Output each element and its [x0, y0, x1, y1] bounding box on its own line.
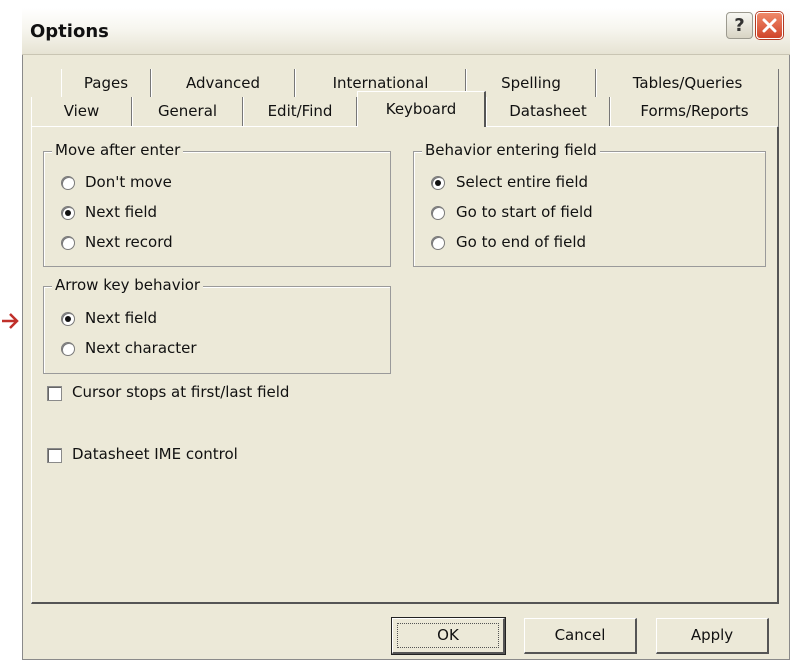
radio-next-field[interactable] [61, 206, 75, 220]
radio-select-entire-field[interactable] [431, 176, 445, 190]
radio-dont-move-label[interactable]: Don't move [85, 173, 172, 191]
arrow-key-behavior-label: Arrow key behavior [52, 276, 204, 294]
tab-general[interactable]: General [132, 97, 243, 127]
radio-next-record[interactable] [61, 236, 75, 250]
tab-datasheet[interactable]: Datasheet [486, 97, 610, 127]
help-button[interactable]: ? [726, 12, 753, 39]
tab-tables-queries[interactable]: Tables/Queries [596, 69, 779, 97]
datasheet-ime-label[interactable]: Datasheet IME control [72, 445, 238, 463]
radio-next-field-label[interactable]: Next field [85, 203, 157, 221]
radio-go-to-end[interactable] [431, 236, 445, 250]
tab-pages[interactable]: Pages [61, 69, 151, 97]
tab-edit-find[interactable]: Edit/Find [243, 97, 357, 127]
window-title: Options [30, 21, 109, 42]
red-arrow-icon [2, 313, 19, 329]
radio-next-record-label[interactable]: Next record [85, 233, 173, 251]
behavior-entering-field-label: Behavior entering field [422, 141, 600, 159]
title-bar[interactable] [22, 8, 790, 55]
radio-arrow-next-field[interactable] [61, 312, 75, 326]
radio-go-to-end-label[interactable]: Go to end of field [456, 233, 586, 251]
ok-button[interactable]: OK [391, 617, 506, 655]
radio-go-to-start-label[interactable]: Go to start of field [456, 203, 593, 221]
close-button[interactable] [756, 12, 783, 39]
cancel-button[interactable]: Cancel [524, 618, 637, 654]
tab-view[interactable]: View [31, 97, 132, 127]
radio-go-to-start[interactable] [431, 206, 445, 220]
datasheet-ime-checkbox[interactable] [47, 448, 62, 463]
radio-dont-move[interactable] [61, 176, 75, 190]
radio-selected-dot [65, 316, 71, 322]
cursor-stops-label[interactable]: Cursor stops at first/last field [72, 383, 289, 401]
tab-keyboard[interactable]: Keyboard [357, 91, 486, 127]
radio-next-character-label[interactable]: Next character [85, 339, 197, 357]
arrow-key-behavior-group [43, 286, 391, 374]
move-after-enter-label: Move after enter [52, 141, 184, 159]
radio-next-character[interactable] [61, 342, 75, 356]
focus-rectangle [397, 623, 499, 648]
tab-advanced[interactable]: Advanced [151, 69, 295, 97]
radio-select-entire-field-label[interactable]: Select entire field [456, 173, 588, 191]
question-mark-icon: ? [734, 15, 745, 36]
apply-button[interactable]: Apply [656, 618, 769, 654]
close-x-icon [762, 18, 777, 33]
tab-forms-reports[interactable]: Forms/Reports [610, 97, 779, 127]
radio-selected-dot [435, 180, 441, 186]
cursor-stops-checkbox[interactable] [47, 386, 62, 401]
radio-arrow-next-field-label[interactable]: Next field [85, 309, 157, 327]
radio-selected-dot [65, 210, 71, 216]
